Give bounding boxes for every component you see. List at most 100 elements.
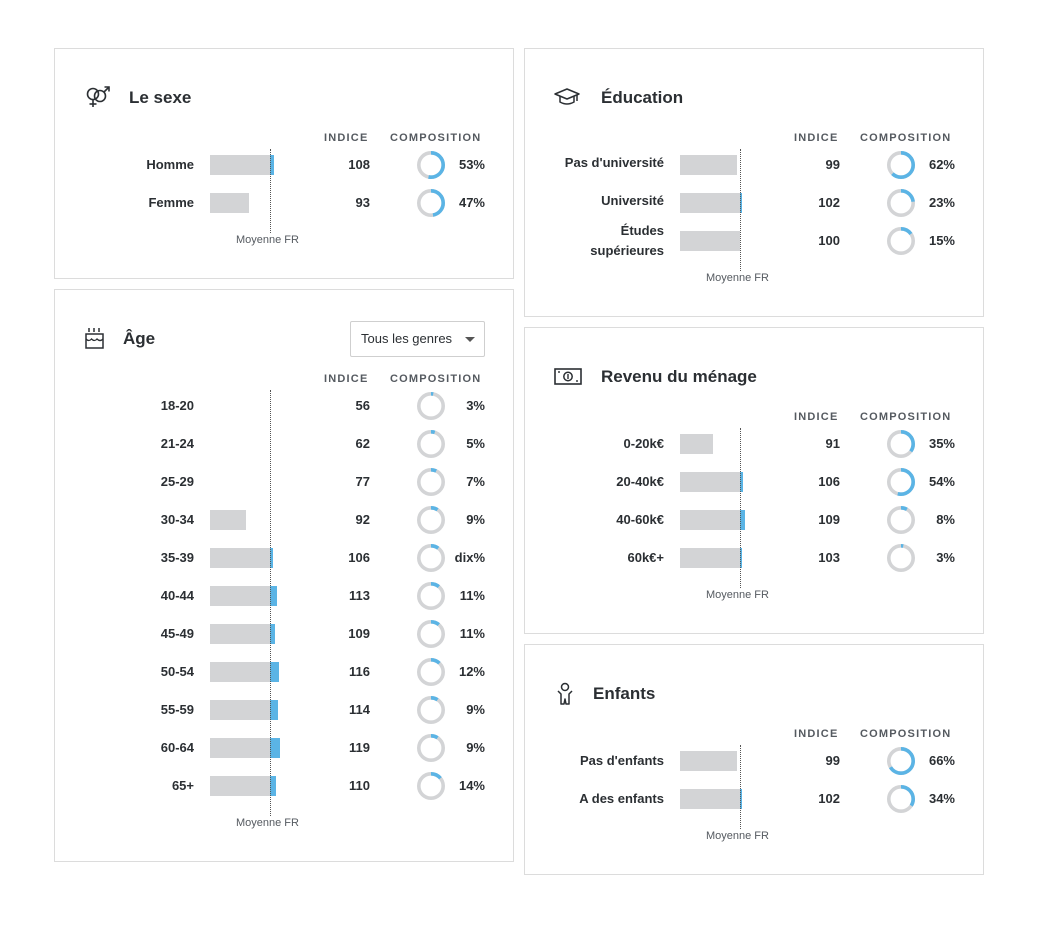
row-label: 40-44 — [160, 588, 194, 603]
average-line — [740, 745, 741, 829]
index-value: 93 — [355, 195, 370, 210]
composition-percent: 14% — [458, 778, 485, 793]
rows-revenu: 0-20k€ 91 35% 20-40k€ 106 54% 40-60k€ 109 8% 60k€… — [525, 328, 983, 633]
index-value: 119 — [349, 740, 370, 755]
index-bar — [680, 510, 740, 530]
average-label: Moyenne FR — [706, 830, 769, 842]
index-value: 91 — [825, 436, 840, 451]
composition-percent: 3% — [466, 398, 485, 413]
composition-percent: 5% — [466, 436, 485, 451]
row-label: 60k€+ — [627, 550, 664, 565]
index-value: 102 — [818, 791, 840, 806]
index-value: 99 — [825, 157, 840, 172]
index-value: 106 — [818, 474, 840, 489]
row-label: Pas d'enfants — [579, 753, 664, 768]
row-label: 0-20k€ — [623, 436, 664, 451]
index-bar — [210, 586, 270, 606]
index-bar — [210, 510, 246, 530]
index-bar — [680, 751, 737, 771]
card-enfants: Enfants INDICE COMPOSITION Pas d'enfants… — [524, 644, 984, 875]
composition-percent: 35% — [928, 436, 955, 451]
index-value: 109 — [818, 512, 840, 527]
row-label: A des enfants — [579, 791, 664, 806]
index-value: 99 — [825, 753, 840, 768]
index-bar — [680, 789, 740, 809]
index-bar — [210, 776, 270, 796]
index-bar — [680, 434, 713, 454]
average-label: Moyenne FR — [236, 817, 299, 829]
row-label: 30-34 — [160, 512, 194, 527]
index-value: 114 — [349, 702, 370, 717]
composition-percent: 66% — [928, 753, 955, 768]
index-value: 106 — [348, 550, 370, 565]
composition-percent: 11% — [459, 588, 485, 603]
composition-percent: 47% — [458, 195, 485, 210]
index-bar — [680, 155, 737, 175]
index-bar — [210, 548, 270, 568]
row-label: 55-59 — [160, 702, 194, 717]
row-label: 18-20 — [160, 398, 194, 413]
card-revenu: Revenu du ménage INDICE COMPOSITION 0-20… — [524, 327, 984, 634]
row-label: 50-54 — [160, 664, 194, 679]
index-value: 62 — [355, 436, 370, 451]
row-label: 21-24 — [160, 436, 194, 451]
composition-percent: 53% — [458, 157, 485, 172]
index-bar — [210, 662, 270, 682]
row-label: 40-60k€ — [616, 512, 664, 527]
row-label: 65+ — [171, 778, 194, 793]
index-value: 100 — [818, 233, 840, 248]
index-value: 109 — [348, 626, 370, 641]
index-bar — [210, 155, 270, 175]
composition-percent: dix% — [454, 550, 485, 565]
index-bar — [680, 472, 740, 492]
row-label: 20-40k€ — [616, 474, 664, 489]
composition-percent: 11% — [459, 626, 485, 641]
index-bar — [210, 193, 249, 213]
composition-percent: 9% — [466, 512, 485, 527]
index-bar-above-average — [270, 738, 281, 758]
index-value: 103 — [818, 550, 840, 565]
card-age: Âge Tous les genres INDICE COMPOSITION 1… — [54, 289, 514, 862]
composition-percent: 34% — [928, 791, 955, 806]
average-label: Moyenne FR — [236, 234, 299, 246]
row-label: 35-39 — [160, 550, 194, 565]
index-value: 113 — [349, 588, 370, 603]
index-value: 56 — [355, 398, 370, 413]
card-sexe: Le sexe INDICE COMPOSITION Homme 108 53% Fe… — [54, 48, 514, 279]
average-label: Moyenne FR — [706, 589, 769, 601]
index-bar — [680, 548, 740, 568]
index-bar — [210, 700, 270, 720]
average-line — [270, 149, 271, 233]
row-label: Université — [601, 193, 664, 208]
row-label: 25-29 — [160, 474, 194, 489]
average-line — [270, 390, 271, 816]
index-bar — [210, 738, 270, 758]
index-bar-above-average — [270, 662, 279, 682]
index-bar — [210, 624, 270, 644]
row-label: Homme — [146, 157, 194, 172]
index-value: 102 — [818, 195, 840, 210]
index-bar-above-average — [270, 586, 278, 606]
index-bar — [680, 231, 740, 251]
row-label: 45-49 — [160, 626, 194, 641]
composition-percent: 3% — [936, 550, 955, 565]
average-label: Moyenne FR — [706, 272, 769, 284]
card-education: Éducation INDICE COMPOSITION Pas d'unive… — [524, 48, 984, 317]
row-label: Pas d'université — [564, 155, 664, 170]
composition-percent: 54% — [928, 474, 955, 489]
average-line — [740, 149, 741, 271]
composition-percent: 9% — [466, 740, 485, 755]
index-bar-above-average — [270, 700, 278, 720]
row-label: Femme — [148, 195, 194, 210]
composition-percent: 62% — [928, 157, 955, 172]
index-value: 110 — [349, 778, 370, 793]
row-label: 60-64 — [160, 740, 194, 755]
index-value: 116 — [349, 664, 370, 679]
composition-percent: 7% — [466, 474, 485, 489]
row-label: Études supérieures — [590, 223, 664, 258]
composition-percent: 8% — [936, 512, 955, 527]
composition-percent: 9% — [466, 702, 485, 717]
composition-percent: 12% — [458, 664, 485, 679]
composition-percent: 23% — [928, 195, 955, 210]
index-value: 77 — [355, 474, 370, 489]
